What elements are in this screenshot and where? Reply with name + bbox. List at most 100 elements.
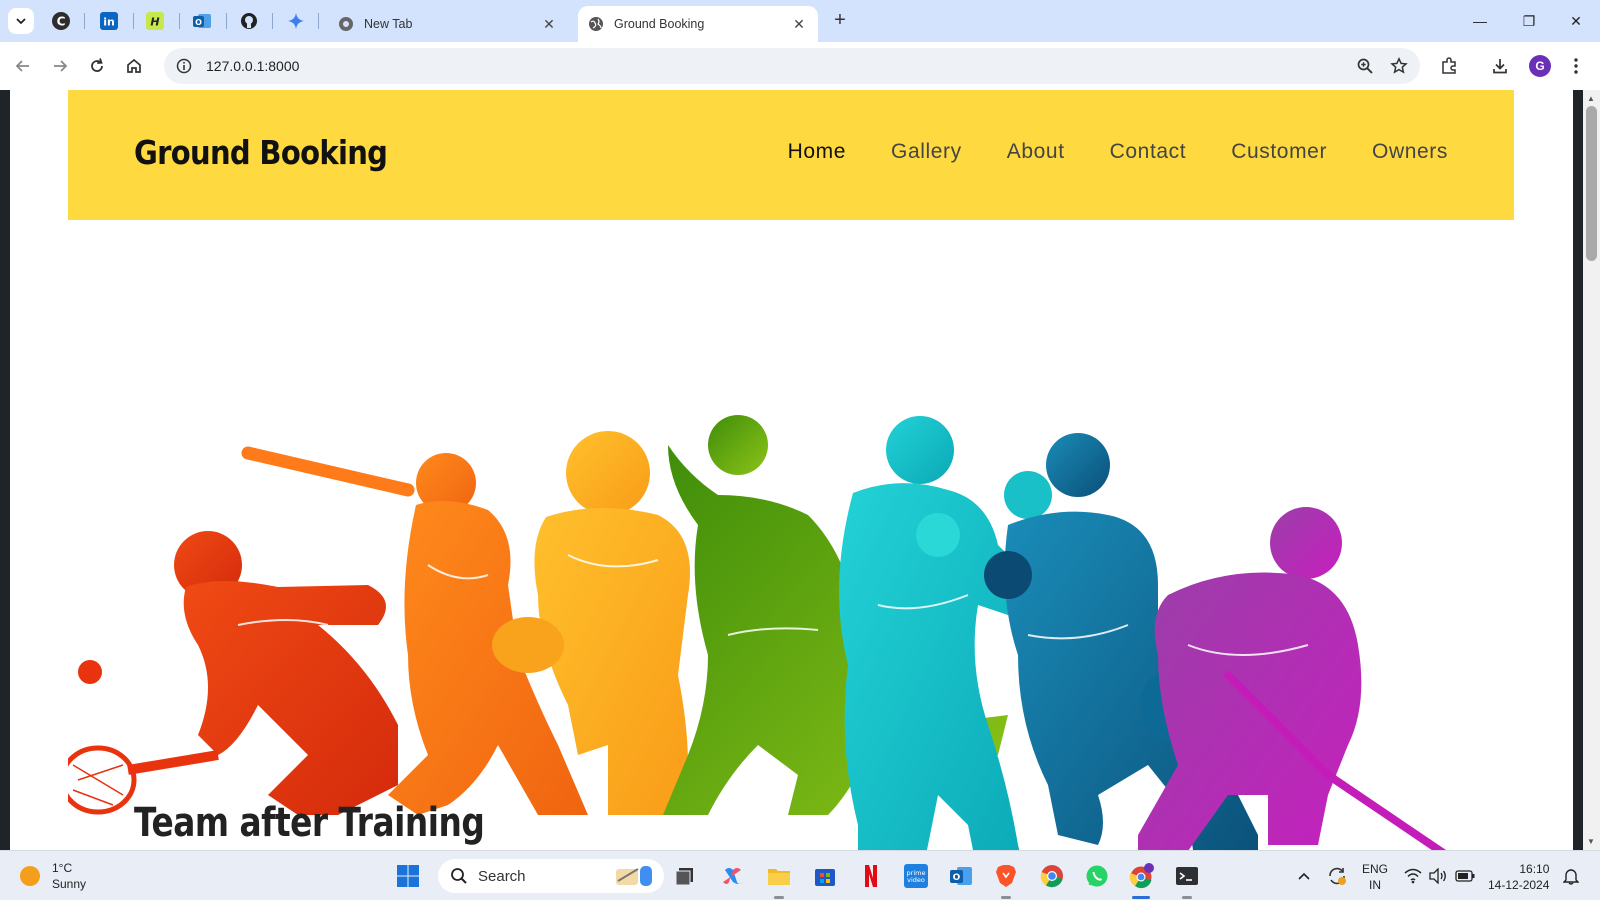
site-info-button[interactable] <box>174 56 194 76</box>
site-header: Ground Booking Home Gallery About Contac… <box>68 90 1514 220</box>
outlook-icon: O <box>193 14 211 28</box>
nav-link-contact[interactable]: Contact <box>1110 140 1187 164</box>
file-explorer-icon <box>768 869 790 885</box>
new-tab-button[interactable]: + <box>828 9 852 33</box>
copilot-icon <box>723 868 743 884</box>
site-brand[interactable]: Ground Booking <box>134 133 388 172</box>
pinned-tab-copilot[interactable]: C <box>49 9 73 33</box>
tab-divider <box>133 13 134 29</box>
taskbar-app-brave[interactable] <box>991 861 1021 891</box>
tab-divider <box>272 13 273 29</box>
pinned-tab-gemini[interactable] <box>284 9 308 33</box>
hero-sports-illustration <box>68 415 1447 850</box>
taskbar-app-outlook[interactable]: O <box>946 861 976 891</box>
reload-icon <box>91 58 103 72</box>
hashnode-icon: H <box>146 12 164 30</box>
avatar: G <box>1529 55 1551 77</box>
forward-button[interactable] <box>47 53 73 79</box>
home-button[interactable] <box>121 53 147 79</box>
taskbar-app-store[interactable] <box>810 861 840 891</box>
kebab-menu-icon <box>1574 58 1578 74</box>
battery-icon <box>1455 870 1475 882</box>
address-bar[interactable]: 127.0.0.1:8000 <box>164 48 1420 84</box>
svg-text:O: O <box>953 873 961 883</box>
wifi-icon <box>1404 868 1422 884</box>
reload-button[interactable] <box>84 53 110 79</box>
tab-divider <box>226 13 227 29</box>
profile-button[interactable]: G <box>1527 53 1553 79</box>
running-indicator <box>1182 896 1192 899</box>
notifications-button[interactable] <box>1556 861 1586 891</box>
sync-icon <box>1329 867 1346 885</box>
chevron-up-icon <box>1298 872 1310 880</box>
nav-link-home[interactable]: Home <box>788 140 846 164</box>
weather-widget[interactable]: 1°C Sunny <box>20 860 86 892</box>
back-button[interactable] <box>10 53 36 79</box>
pinned-tab-hashnode[interactable]: H <box>143 9 167 33</box>
tray-volume[interactable] <box>1423 861 1453 891</box>
close-window-button[interactable]: ✕ <box>1563 8 1589 34</box>
zoom-magnifier-icon <box>1357 58 1373 74</box>
taskbar-app-whatsapp[interactable] <box>1082 861 1112 891</box>
scroll-thumb[interactable] <box>1586 106 1597 261</box>
scroll-up-icon[interactable]: ▲ <box>1587 94 1595 103</box>
weather-temperature: 1°C <box>52 861 73 875</box>
taskbar-app-netflix[interactable] <box>856 861 886 891</box>
copilot-c-icon: C <box>52 12 70 30</box>
github-icon <box>241 13 257 29</box>
minimize-button[interactable]: — <box>1467 8 1493 34</box>
taskbar-app-chrome[interactable] <box>1037 861 1067 891</box>
page-scrollbar[interactable]: ▲ ▼ <box>1583 90 1600 850</box>
chrome-profile-icon <box>1129 863 1154 889</box>
puzzle-icon <box>1442 57 1456 74</box>
tab-new-tab[interactable]: New Tab ✕ <box>328 6 568 42</box>
active-app-indicator <box>1132 896 1150 899</box>
nav-link-owners[interactable]: Owners <box>1372 140 1448 164</box>
tray-sync-button[interactable] <box>1322 861 1352 891</box>
pinned-tab-outlook[interactable]: O <box>190 9 214 33</box>
url-text[interactable]: 127.0.0.1:8000 <box>206 58 1352 74</box>
pinned-tab-github[interactable] <box>237 9 261 33</box>
taskbar-app-terminal[interactable] <box>1172 861 1202 891</box>
bookmark-button[interactable] <box>1386 53 1412 79</box>
web-page: Ground Booking Home Gallery About Contac… <box>10 90 1573 850</box>
svg-text:in: in <box>103 16 115 29</box>
taskbar-search-box[interactable]: Search <box>438 859 664 893</box>
taskbar-app-copilot[interactable] <box>718 861 748 891</box>
taskbar-app-task-view[interactable] <box>670 861 700 891</box>
browser-menu-button[interactable] <box>1563 53 1589 79</box>
nav-link-about[interactable]: About <box>1007 140 1065 164</box>
nav-link-gallery[interactable]: Gallery <box>891 140 962 164</box>
taskbar-app-prime-video[interactable]: prime video <box>901 861 931 891</box>
tray-battery[interactable] <box>1450 861 1480 891</box>
scroll-down-icon[interactable]: ▼ <box>1587 837 1595 846</box>
speaker-icon <box>1429 868 1446 884</box>
show-hidden-icons-button[interactable] <box>1289 861 1319 891</box>
extensions-button[interactable] <box>1436 53 1462 79</box>
system-clock[interactable]: 16:10 14-12-2024 <box>1488 861 1549 893</box>
language-indicator[interactable]: ENG IN <box>1362 861 1388 893</box>
start-button[interactable] <box>393 861 423 891</box>
tab-search-button[interactable] <box>8 8 34 34</box>
tennis-player-figure <box>68 531 398 815</box>
browser-toolbar: 127.0.0.1:8000 G <box>0 42 1600 90</box>
restore-button[interactable]: ❐ <box>1516 8 1542 34</box>
tab-ground-booking[interactable]: Ground Booking ✕ <box>578 6 818 42</box>
chevron-down-icon <box>16 18 26 25</box>
taskbar-app-chrome-profile[interactable] <box>1127 861 1157 891</box>
taskbar-app-file-explorer[interactable] <box>764 861 794 891</box>
tab-close-icon[interactable]: ✕ <box>790 16 808 33</box>
clock-time: 16:10 <box>1519 862 1550 876</box>
tab-close-icon[interactable]: ✕ <box>540 16 558 33</box>
zoom-button[interactable] <box>1352 53 1378 79</box>
pinned-tab-linkedin[interactable]: in <box>97 9 121 33</box>
nav-link-customer[interactable]: Customer <box>1231 140 1327 164</box>
tab-divider <box>318 13 319 29</box>
windows-taskbar: 1°C Sunny Search prime video O ENG IN 16:… <box>0 850 1600 900</box>
running-indicator <box>1001 896 1011 899</box>
linkedin-icon: in <box>100 12 118 30</box>
search-highlight-icon <box>616 866 652 886</box>
sun-icon <box>20 866 40 886</box>
task-view-icon <box>675 868 693 886</box>
downloads-button[interactable] <box>1487 53 1513 79</box>
